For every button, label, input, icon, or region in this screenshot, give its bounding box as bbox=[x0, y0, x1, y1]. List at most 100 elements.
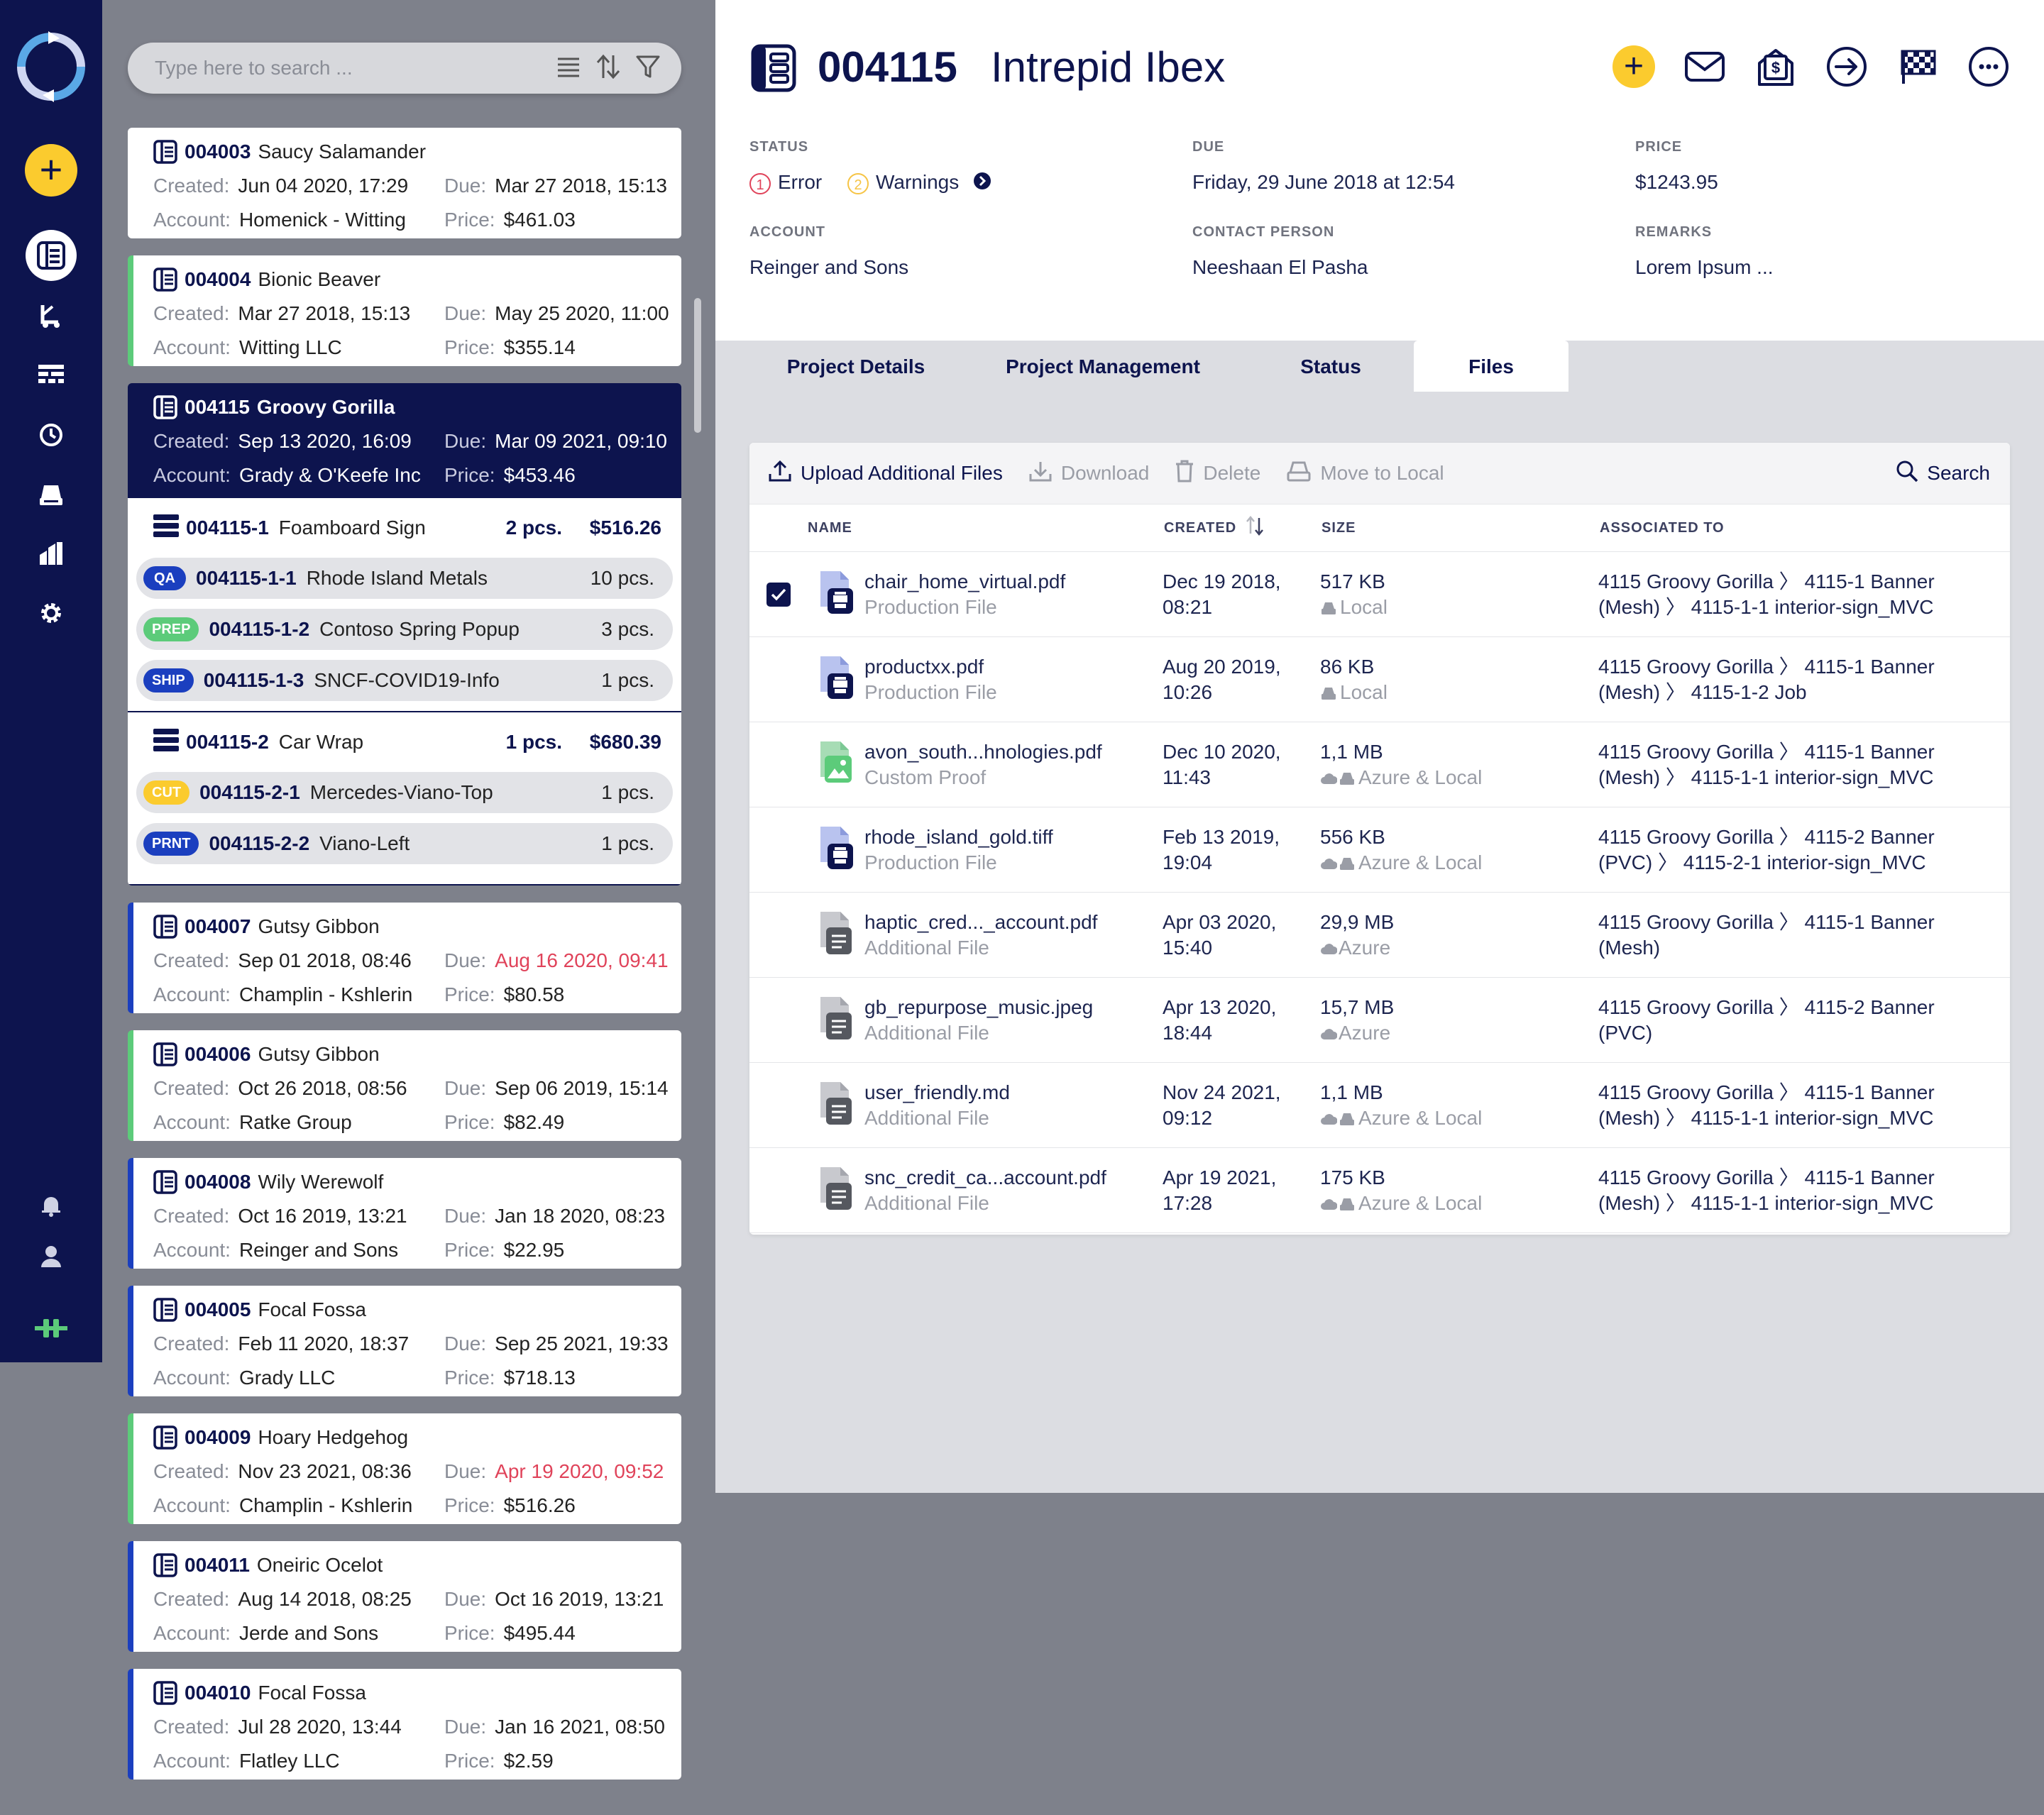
row-checkbox[interactable] bbox=[766, 838, 791, 862]
move-to-local-button[interactable]: Move to Local bbox=[1286, 460, 1444, 487]
add-item-button[interactable]: + bbox=[1612, 45, 1655, 88]
order-icon bbox=[153, 1170, 177, 1194]
order-card[interactable]: 004006 Gutsy Gibbon Created: Oct 26 2018, … bbox=[128, 1030, 681, 1141]
file-association-line2[interactable]: (Mesh) 〉 4115-1-1 interior-sign_MVC bbox=[1598, 1105, 1996, 1131]
row-checkbox[interactable] bbox=[766, 1093, 791, 1118]
file-association-line2[interactable]: (Mesh) 〉 4115-1-1 interior-sign_MVC bbox=[1598, 1191, 1996, 1216]
row-checkbox[interactable] bbox=[766, 753, 791, 777]
finish-flag-icon[interactable] bbox=[1896, 45, 1939, 88]
file-name[interactable]: avon_south...hnologies.pdf bbox=[864, 739, 1163, 765]
more-options-icon[interactable] bbox=[1967, 45, 2010, 88]
order-card[interactable]: 004005 Focal Fossa Created: Feb 11 2020, 1… bbox=[128, 1286, 681, 1396]
file-association-line2[interactable]: (Mesh) 〉 4115-1-1 interior-sign_MVC bbox=[1598, 765, 1996, 790]
file-name[interactable]: user_friendly.md bbox=[864, 1080, 1163, 1105]
nav-reports-icon[interactable] bbox=[26, 528, 77, 579]
tab-project-details[interactable]: Project Details bbox=[751, 341, 961, 392]
file-row[interactable]: productxx.pdf Production File Aug 20 2019,… bbox=[749, 637, 2010, 722]
sub-item[interactable]: CUT 004115-2-1 Mercedes-Viano-Top 1 pcs. bbox=[136, 772, 673, 813]
add-new-button[interactable]: + bbox=[25, 144, 77, 197]
line-item[interactable]: 004115-2 Car Wrap 1 pcs. $680.39 bbox=[128, 712, 681, 772]
order-card[interactable]: 004011 Oneiric Ocelot Created: Aug 14 2018… bbox=[128, 1541, 681, 1652]
sub-item[interactable]: SHIP 004115-1-3 SNCF-COVID19-Info 1 pcs. bbox=[136, 660, 673, 701]
order-card-selected[interactable]: 004115 Groovy Gorilla Created: Sep 13 2020… bbox=[128, 383, 681, 886]
header-created[interactable]: CREATED bbox=[1164, 520, 1236, 536]
header-size[interactable]: SIZE bbox=[1322, 520, 1600, 536]
invoice-icon[interactable]: $ bbox=[1754, 45, 1797, 88]
order-card[interactable]: 004003 Saucy Salamander Created: Jun 04 20… bbox=[128, 128, 681, 238]
tab-project-management[interactable]: Project Management bbox=[977, 341, 1229, 392]
file-association-line2[interactable]: (Mesh) bbox=[1598, 935, 1996, 961]
user-profile-icon[interactable] bbox=[26, 1230, 77, 1281]
list-scrollbar[interactable] bbox=[694, 298, 701, 433]
file-row[interactable]: gb_repurpose_music.jpeg Additional File Ap… bbox=[749, 978, 2010, 1063]
order-card[interactable]: 004009 Hoary Hedgehog Created: Nov 23 2021… bbox=[128, 1413, 681, 1524]
file-association-line1[interactable]: 4115 Groovy Gorilla 〉 4115-1 Banner bbox=[1598, 1080, 1996, 1105]
file-row[interactable]: rhode_island_gold.tiff Production File Feb… bbox=[749, 807, 2010, 893]
file-name[interactable]: productxx.pdf bbox=[864, 654, 1163, 680]
header-name[interactable]: NAME bbox=[808, 520, 1164, 536]
sort-desc-icon[interactable] bbox=[1245, 515, 1266, 541]
created-label: Created: bbox=[153, 1460, 230, 1482]
files-search-button[interactable]: Search bbox=[1896, 460, 1990, 487]
file-association-line1[interactable]: 4115 Groovy Gorilla 〉 4115-2 Banner bbox=[1598, 824, 1996, 850]
nav-dashboard-icon[interactable] bbox=[26, 349, 77, 400]
warning-text[interactable]: Warnings bbox=[876, 171, 959, 193]
file-name[interactable]: haptic_cred..._account.pdf bbox=[864, 910, 1163, 935]
expand-status-icon[interactable] bbox=[973, 172, 991, 195]
file-association-line1[interactable]: 4115 Groovy Gorilla 〉 4115-1 Banner bbox=[1598, 654, 1996, 680]
order-card[interactable]: 004008 Wily Werewolf Created: Oct 16 2019,… bbox=[128, 1158, 681, 1269]
notifications-bell-icon[interactable] bbox=[26, 1179, 77, 1230]
row-checkbox-checked[interactable] bbox=[766, 582, 791, 607]
error-text[interactable]: Error bbox=[778, 171, 822, 193]
file-association-line2[interactable]: (PVC) bbox=[1598, 1020, 1996, 1046]
tab-status[interactable]: Status bbox=[1255, 341, 1407, 392]
nav-settings-icon[interactable] bbox=[26, 587, 77, 639]
order-search-input[interactable] bbox=[153, 56, 554, 80]
row-checkbox[interactable] bbox=[766, 1008, 791, 1032]
file-name[interactable]: rhode_island_gold.tiff bbox=[864, 824, 1163, 850]
download-button[interactable]: Download bbox=[1028, 460, 1149, 487]
order-card[interactable]: 004004 Bionic Beaver Created: Mar 27 2018,… bbox=[128, 255, 681, 366]
file-association-line1[interactable]: 4115 Groovy Gorilla 〉 4115-1 Banner bbox=[1598, 1165, 1996, 1191]
nav-orders-icon[interactable] bbox=[26, 230, 77, 281]
delete-button[interactable]: Delete bbox=[1175, 459, 1260, 488]
file-association-line1[interactable]: 4115 Groovy Gorilla 〉 4115-2 Banner bbox=[1598, 995, 1996, 1020]
file-association-line2[interactable]: (PVC) 〉 4115-2-1 interior-sign_MVC bbox=[1598, 850, 1996, 876]
file-name[interactable]: snc_credit_ca...account.pdf bbox=[864, 1165, 1163, 1191]
list-view-icon[interactable] bbox=[556, 56, 581, 81]
file-name[interactable]: gb_repurpose_music.jpeg bbox=[864, 995, 1163, 1020]
upload-files-button[interactable]: Upload Additional Files bbox=[768, 460, 1003, 487]
sort-icon[interactable] bbox=[596, 54, 620, 83]
order-card[interactable]: 004010 Focal Fossa Created: Jul 28 2020, 1… bbox=[128, 1669, 681, 1780]
file-row[interactable]: avon_south...hnologies.pdf Custom Proof De… bbox=[749, 722, 2010, 807]
app-logo-icon[interactable] bbox=[16, 31, 87, 102]
file-name[interactable]: chair_home_virtual.pdf bbox=[864, 569, 1163, 595]
tab-files[interactable]: Files bbox=[1414, 341, 1568, 392]
account-label: Account: bbox=[153, 209, 231, 231]
file-size: 517 KB bbox=[1320, 570, 1385, 592]
row-checkbox[interactable] bbox=[766, 923, 791, 947]
file-row[interactable]: user_friendly.md Additional File Nov 24 20… bbox=[749, 1063, 2010, 1148]
file-row[interactable]: chair_home_virtual.pdf Production File Dec… bbox=[749, 552, 2010, 637]
email-icon[interactable] bbox=[1683, 45, 1726, 88]
sub-item[interactable]: QA 004115-1-1 Rhode Island Metals 10 pcs. bbox=[136, 558, 673, 599]
row-checkbox[interactable] bbox=[766, 1179, 791, 1203]
order-card[interactable]: 004007 Gutsy Gibbon Created: Sep 01 2018, … bbox=[128, 903, 681, 1013]
nav-printer-icon[interactable] bbox=[26, 468, 77, 519]
file-association-line2[interactable]: (Mesh) 〉 4115-1-1 interior-sign_MVC bbox=[1598, 595, 1996, 620]
file-association-line2[interactable]: (Mesh) 〉 4115-1-2 Job bbox=[1598, 680, 1996, 705]
row-checkbox[interactable] bbox=[766, 668, 791, 692]
sub-item[interactable]: PREP 004115-1-2 Contoso Spring Popup 3 pcs. bbox=[136, 609, 673, 650]
nav-history-icon[interactable] bbox=[26, 409, 77, 460]
file-row[interactable]: haptic_cred..._account.pdf Additional Fil… bbox=[749, 893, 2010, 978]
file-association-line1[interactable]: 4115 Groovy Gorilla 〉 4115-1 Banner bbox=[1598, 569, 1996, 595]
file-row[interactable]: snc_credit_ca...account.pdf Additional Fi… bbox=[749, 1148, 2010, 1233]
file-association-line1[interactable]: 4115 Groovy Gorilla 〉 4115-1 Banner bbox=[1598, 910, 1996, 935]
nav-production-icon[interactable] bbox=[26, 289, 77, 341]
file-association-line1[interactable]: 4115 Groovy Gorilla 〉 4115-1 Banner bbox=[1598, 739, 1996, 765]
sub-item[interactable]: PRNT 004115-2-2 Viano-Left 1 pcs. bbox=[136, 823, 673, 864]
forward-arrow-icon[interactable] bbox=[1825, 45, 1868, 88]
line-item[interactable]: 004115-1 Foamboard Sign 2 pcs. $516.26 bbox=[128, 498, 681, 558]
header-associated[interactable]: ASSOCIATED TO bbox=[1600, 520, 2010, 536]
filter-icon[interactable] bbox=[636, 55, 660, 82]
